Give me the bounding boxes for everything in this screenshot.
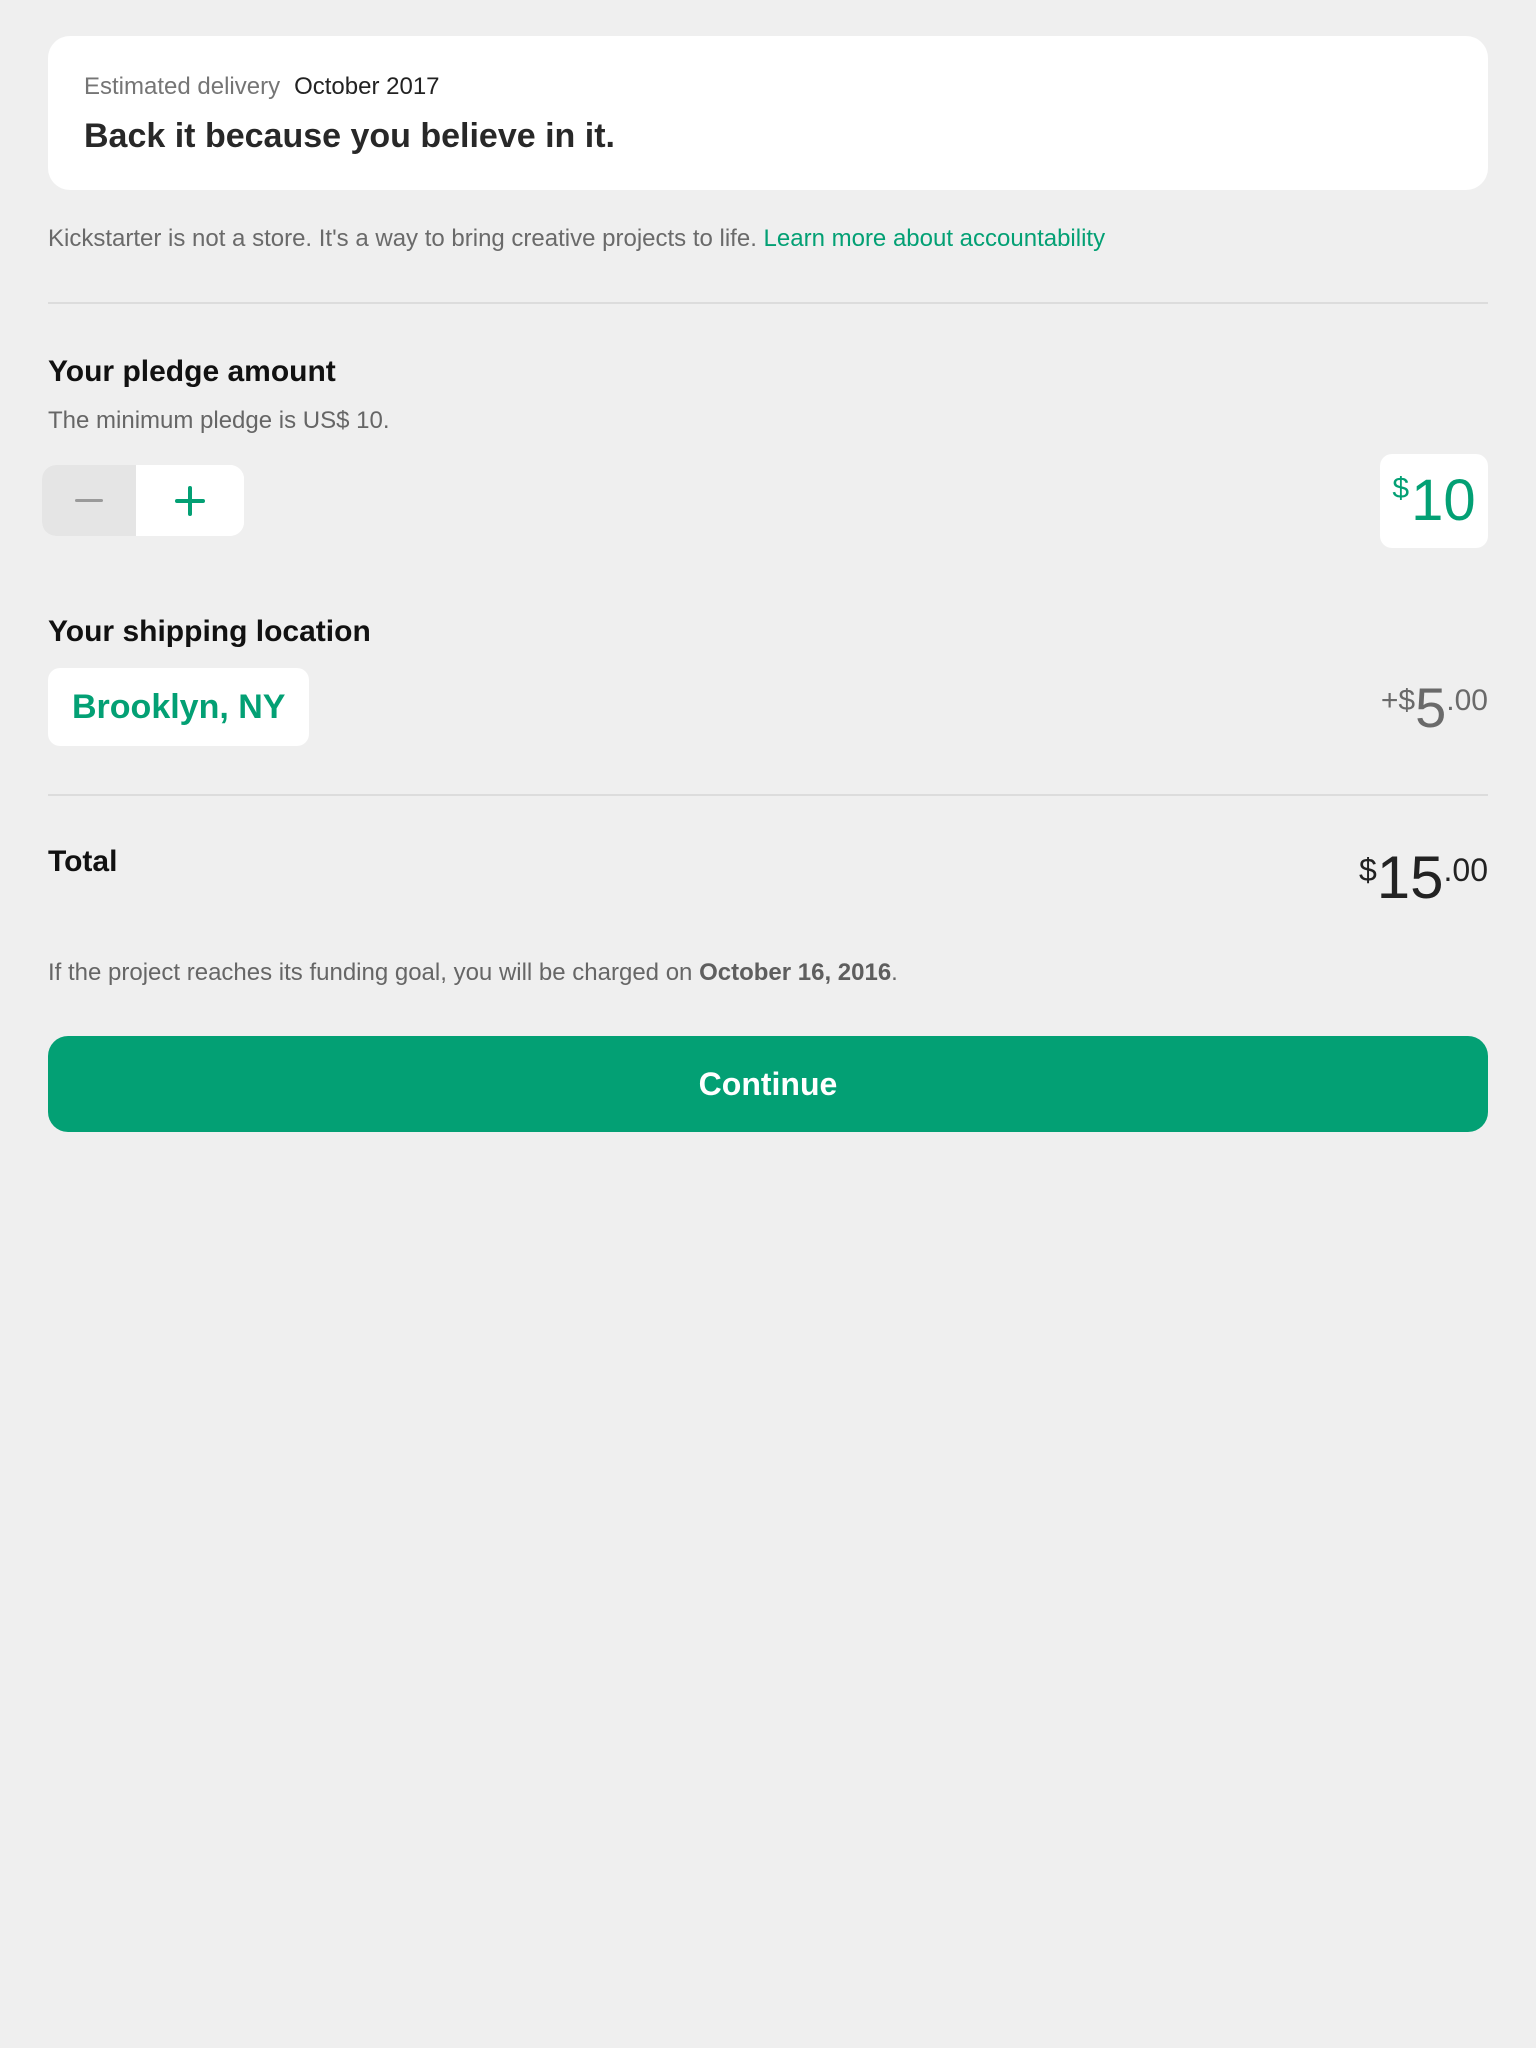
increment-button[interactable] bbox=[136, 465, 244, 536]
accountability-link[interactable]: Learn more about accountability bbox=[764, 225, 1106, 252]
charge-note-text: If the project reaches its funding goal,… bbox=[48, 959, 693, 986]
store-disclaimer: Kickstarter is not a store. It's a way t… bbox=[48, 224, 1105, 254]
pledge-amount-title: Your pledge amount bbox=[48, 355, 336, 388]
charge-date-note: If the project reaches its funding goal,… bbox=[48, 958, 898, 988]
total-amount: $ 15 .00 bbox=[1359, 848, 1488, 908]
shipping-prefix: +$ bbox=[1380, 684, 1416, 717]
divider bbox=[48, 302, 1488, 304]
estimated-delivery: Estimated delivery October 2017 bbox=[84, 72, 440, 102]
shipping-location-selector[interactable]: Brooklyn, NY bbox=[48, 668, 310, 746]
total-amount-whole: 15 bbox=[1376, 844, 1444, 911]
charge-date: October 16, 2016 bbox=[699, 959, 892, 986]
shipping-amount-cents: .00 bbox=[1446, 684, 1488, 717]
total-amount-cents: .00 bbox=[1443, 852, 1488, 888]
shipping-amount-whole: 5 bbox=[1415, 676, 1447, 739]
minus-icon bbox=[75, 499, 103, 502]
shipping-location-value: Brooklyn, NY bbox=[72, 687, 286, 726]
reward-title: Back it because you believe in it. bbox=[84, 117, 615, 155]
shipping-cost: +$ 5 .00 bbox=[1381, 680, 1488, 736]
pledge-amount-value: 10 bbox=[1411, 468, 1476, 533]
delivery-label: Estimated delivery bbox=[84, 73, 281, 100]
total-label: Total bbox=[48, 845, 118, 878]
plus-icon bbox=[175, 485, 205, 516]
delivery-value: October 2017 bbox=[294, 73, 440, 100]
minimum-pledge-text: The minimum pledge is US$ 10. bbox=[48, 407, 390, 434]
disclaimer-text: Kickstarter is not a store. It's a way t… bbox=[48, 225, 757, 252]
pledge-screen: Estimated delivery October 2017 Back it b… bbox=[42, 36, 1488, 1132]
continue-button[interactable]: Continue bbox=[48, 1036, 1488, 1132]
currency-symbol: $ bbox=[1392, 472, 1410, 505]
decrement-button[interactable] bbox=[42, 465, 136, 536]
total-currency-symbol: $ bbox=[1358, 852, 1377, 888]
charge-note-suffix: . bbox=[891, 959, 898, 986]
pledge-amount-field[interactable]: $ 10 bbox=[1380, 454, 1488, 548]
shipping-location-title: Your shipping location bbox=[48, 615, 371, 648]
pledge-stepper bbox=[42, 465, 244, 536]
divider bbox=[48, 794, 1488, 796]
reward-card: Estimated delivery October 2017 Back it b… bbox=[48, 36, 1488, 190]
